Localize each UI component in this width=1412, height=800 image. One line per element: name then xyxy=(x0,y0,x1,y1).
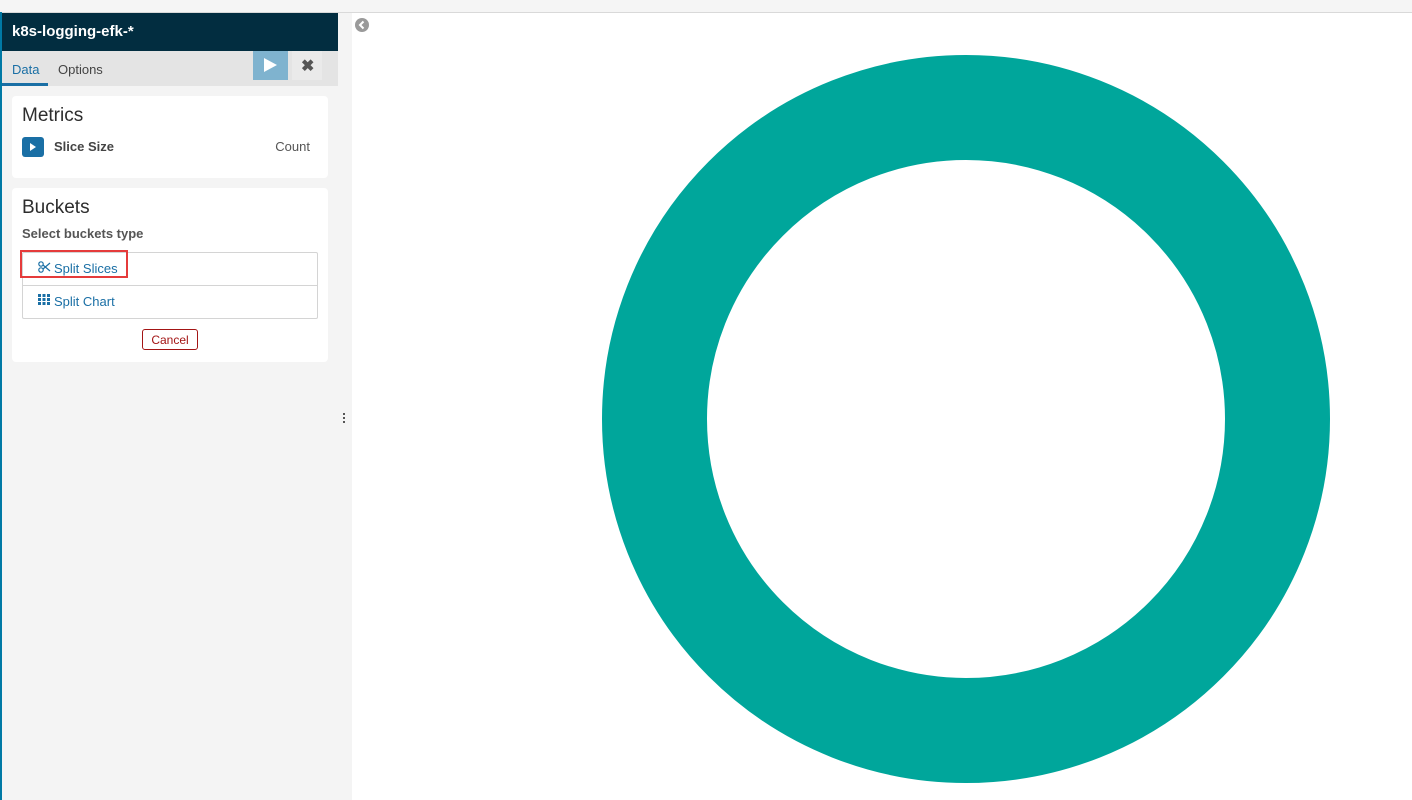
expand-metric-button[interactable] xyxy=(22,137,44,157)
metrics-title: Metrics xyxy=(22,105,84,126)
cancel-button[interactable]: Cancel xyxy=(142,329,198,350)
buckets-panel: Buckets Select buckets type Split Slices xyxy=(12,188,328,362)
play-icon xyxy=(264,58,277,72)
index-pattern-title: k8s-logging-efk-* xyxy=(12,23,134,40)
buckets-title: Buckets xyxy=(22,197,90,218)
active-tab-indicator xyxy=(2,83,48,86)
top-strip xyxy=(0,0,1412,13)
split-chart-option[interactable]: Split Chart xyxy=(23,286,317,318)
tab-data[interactable]: Data xyxy=(12,62,39,77)
metrics-panel: Metrics Slice Size Count xyxy=(12,96,328,178)
sidebar-header: k8s-logging-efk-* xyxy=(2,13,338,51)
split-slices-option[interactable]: Split Slices xyxy=(20,250,317,286)
metric-name: Slice Size xyxy=(54,139,114,154)
sidebar-resizer[interactable] xyxy=(338,13,352,800)
tab-options[interactable]: Options xyxy=(58,62,103,77)
highlight-box xyxy=(20,250,128,278)
caret-right-icon xyxy=(30,143,36,151)
apply-changes-button[interactable] xyxy=(253,51,288,80)
collapse-sidebar-icon[interactable] xyxy=(355,18,369,32)
close-icon: ✖ xyxy=(301,58,315,75)
bucket-type-list: Split Slices Split Chart xyxy=(20,250,318,319)
visualization-area xyxy=(352,13,1412,800)
split-chart-label: Split Chart xyxy=(54,294,115,309)
drag-handle-icon xyxy=(343,413,346,425)
metric-aggregation: Count xyxy=(275,139,310,154)
pie-slice-count[interactable] xyxy=(602,55,1330,783)
editor-sidebar: k8s-logging-efk-* Data Options ✖ Metrics… xyxy=(2,13,338,800)
discard-changes-button[interactable]: ✖ xyxy=(292,51,322,80)
pie-chart xyxy=(602,55,1330,783)
grid-icon xyxy=(38,294,50,305)
buckets-subtitle: Select buckets type xyxy=(22,226,144,241)
